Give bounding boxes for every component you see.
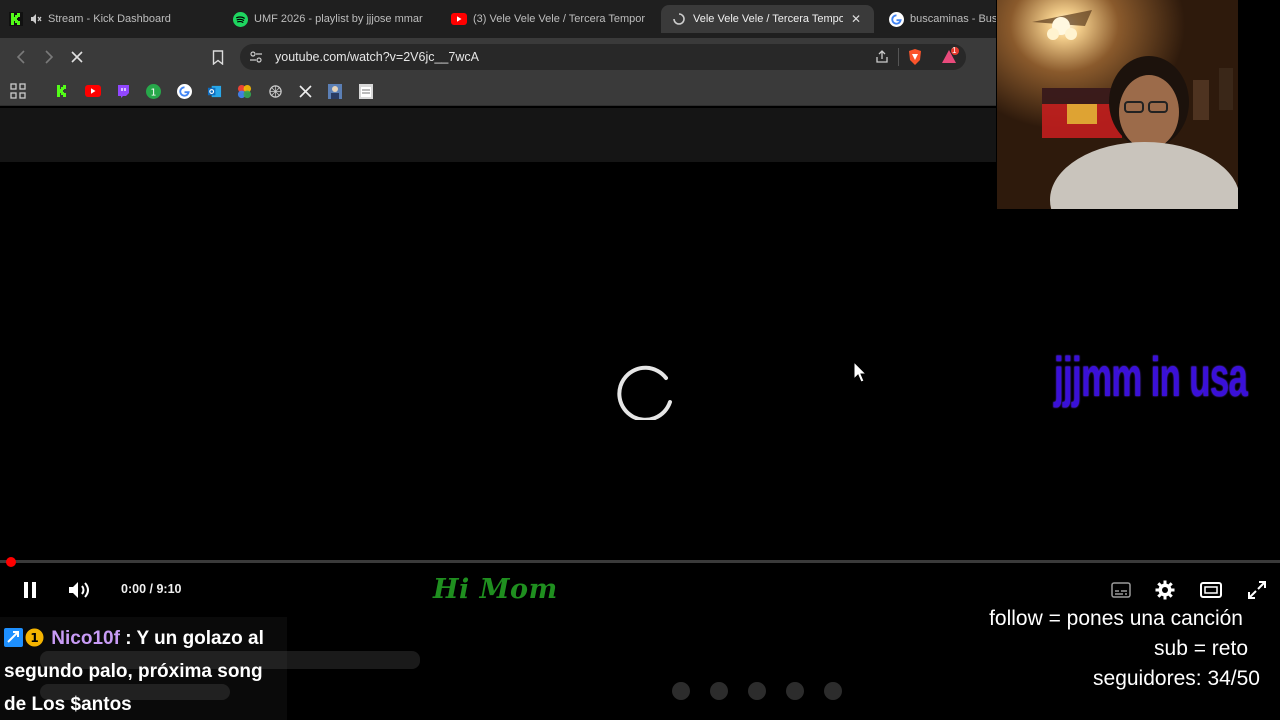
pause-icon — [24, 582, 36, 598]
notification-count: 1 — [952, 46, 957, 55]
dot-indicator — [672, 682, 690, 700]
tab-active-video[interactable]: Vele Vele Vele / Tercera Tempo ✕ — [661, 5, 874, 33]
kick-icon — [8, 11, 24, 27]
apps-grid-icon[interactable] — [10, 83, 26, 99]
followers-value: 34/50 — [1207, 667, 1260, 690]
subtitles-icon — [1111, 582, 1131, 598]
dot-indicator — [824, 682, 842, 700]
fullscreen-icon — [1248, 581, 1266, 599]
x-bookmark-icon[interactable] — [297, 83, 313, 99]
site-settings-icon[interactable] — [249, 50, 263, 69]
outlook-bookmark-icon[interactable] — [206, 83, 222, 99]
volume-button[interactable] — [67, 579, 91, 601]
spotify-icon — [232, 11, 248, 27]
url-text: youtube.com/watch?v=2V6jc__7wcA — [275, 50, 479, 64]
verified-badge-icon — [4, 625, 23, 647]
follow-rule-text: follow = pones una canción — [989, 607, 1243, 630]
chat-message: 1 Nico10f : Y un golazo al segundo palo,… — [4, 622, 284, 720]
time-current: 0:00 — [121, 582, 147, 596]
muted-speaker-icon[interactable] — [30, 11, 42, 27]
loading-spinner — [616, 358, 674, 422]
time-display: 0:00 / 9:10 — [121, 582, 181, 596]
tab-title: Stream - Kick Dashboard — [48, 13, 171, 25]
stop-loading-button[interactable] — [67, 47, 87, 67]
tab-title: (3) Vele Vele Vele / Tercera Tempor — [473, 13, 646, 25]
address-bar[interactable]: youtube.com/watch?v=2V6jc__7wcA 1 — [240, 44, 966, 70]
tab-strip: Stream - Kick Dashboard UMF 2026 - playl… — [0, 0, 996, 38]
close-icon — [71, 51, 83, 63]
tab-title: buscaminas - Bus — [910, 13, 996, 25]
subscriber-badge-icon: 1 — [25, 625, 44, 647]
followers-label: seguidores: — [1093, 667, 1202, 690]
calendar-bookmark-icon[interactable] — [358, 83, 374, 99]
google-bookmark-icon[interactable] — [176, 83, 192, 99]
svg-text:1: 1 — [30, 631, 38, 645]
volume-icon — [69, 582, 89, 598]
subtitles-button[interactable] — [1110, 581, 1132, 599]
hi-mom-overlay: Hi Mom — [433, 574, 558, 605]
photos-bookmark-icon[interactable] — [236, 83, 252, 99]
brave-shield-icon[interactable] — [907, 48, 923, 71]
one-bookmark-icon[interactable]: 1 — [145, 83, 161, 99]
mouse-cursor-icon — [853, 360, 868, 383]
bookmarks-bar: 1 — [0, 76, 996, 106]
youtube-header — [0, 108, 996, 162]
youtube-bookmark-icon[interactable] — [85, 83, 101, 99]
tab-title: UMF 2026 - playlist by jjjose mmar — [254, 13, 423, 25]
theater-icon — [1200, 582, 1222, 598]
time-separator: / — [146, 582, 157, 596]
bookmark-icon — [212, 49, 224, 65]
tab-title: Vele Vele Vele / Tercera Tempo — [693, 13, 843, 25]
tab-kick-dashboard[interactable]: Stream - Kick Dashboard — [8, 5, 213, 33]
webcam-feed — [997, 0, 1238, 209]
share-icon[interactable] — [874, 49, 890, 70]
pause-button[interactable] — [20, 580, 40, 600]
theater-mode-button[interactable] — [1199, 580, 1223, 600]
close-icon[interactable]: ✕ — [851, 12, 861, 26]
bookmark-button[interactable] — [208, 47, 228, 67]
settings-button[interactable] — [1154, 579, 1176, 601]
divider — [898, 48, 899, 66]
brave-rewards-icon[interactable]: 1 — [940, 46, 960, 72]
loading-icon — [671, 11, 687, 27]
chatgpt-bookmark-icon[interactable] — [267, 83, 283, 99]
chat-username: Nico10f — [51, 628, 120, 649]
tab-google-search[interactable]: buscaminas - Bus — [888, 5, 996, 33]
dot-indicator — [710, 682, 728, 700]
chevron-left-icon — [16, 50, 25, 64]
time-total: 9:10 — [156, 582, 182, 596]
dot-indicator — [786, 682, 804, 700]
back-button[interactable] — [11, 47, 31, 67]
fullscreen-button[interactable] — [1246, 580, 1268, 600]
navigation-bar: youtube.com/watch?v=2V6jc__7wcA 1 — [0, 38, 996, 76]
tab-youtube-video[interactable]: (3) Vele Vele Vele / Tercera Tempor — [451, 5, 649, 33]
followers-counter: seguidores: 34/50 — [989, 664, 1260, 694]
youtube-icon — [451, 11, 467, 27]
sub-rule-text: sub = reto — [1154, 637, 1248, 660]
forward-button[interactable] — [39, 47, 59, 67]
channel-brand-text: jjjmm in usa — [1054, 345, 1248, 408]
tab-spotify-playlist[interactable]: UMF 2026 - playlist by jjjose mmar — [232, 5, 430, 33]
progress-scrubber[interactable] — [6, 557, 16, 567]
svg-text:1: 1 — [150, 87, 156, 98]
gear-icon — [1155, 580, 1175, 600]
google-icon — [888, 11, 904, 27]
twitch-bookmark-icon[interactable] — [115, 83, 131, 99]
follow-goals-overlay: follow = pones una canción sub = reto se… — [989, 604, 1260, 694]
person-bookmark-icon[interactable] — [327, 83, 343, 99]
chevron-right-icon — [45, 50, 54, 64]
kick-bookmark-icon[interactable] — [54, 83, 70, 99]
dot-indicator — [748, 682, 766, 700]
chat-separator: : — [119, 628, 137, 649]
progress-bar[interactable] — [0, 560, 1280, 563]
